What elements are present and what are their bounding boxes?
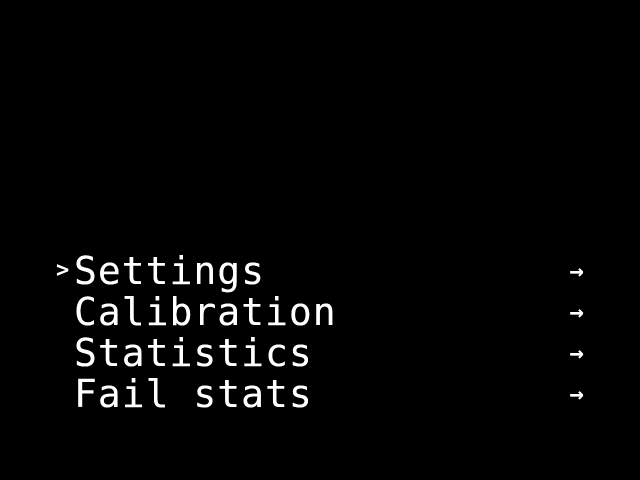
menu-item-label: Calibration (74, 289, 337, 334)
menu-item-statistics[interactable]: Statistics → (56, 332, 596, 373)
arrow-right-icon: → (569, 297, 584, 326)
menu-item-label: Fail stats (74, 371, 313, 416)
menu-item-label: Statistics (74, 330, 313, 375)
arrow-right-icon: → (569, 379, 584, 408)
arrow-right-icon: → (569, 256, 584, 285)
menu-item-settings[interactable]: > Settings → (56, 250, 596, 291)
menu-item-fail-stats[interactable]: Fail stats → (56, 373, 596, 414)
menu-item-label: Settings (74, 248, 266, 293)
menu-item-calibration[interactable]: Calibration → (56, 291, 596, 332)
selection-cursor-icon: > (56, 257, 70, 283)
osd-screen: > Settings → Calibration → Statistics → … (0, 0, 640, 480)
main-menu: > Settings → Calibration → Statistics → … (56, 250, 596, 414)
arrow-right-icon: → (569, 338, 584, 367)
